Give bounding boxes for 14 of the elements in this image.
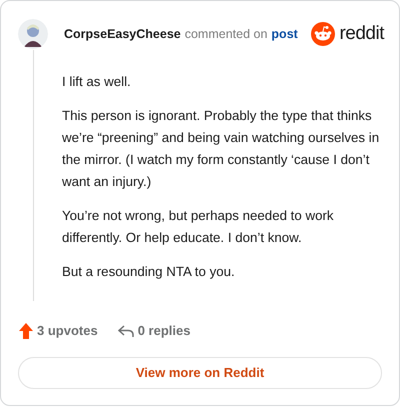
- logo-icon: [311, 22, 336, 46]
- username[interactable]: CorpseEasyCheese: [64, 24, 181, 44]
- reply-count: 0 replies: [138, 322, 190, 340]
- comment-paragraph: This person is ignorant. Probably the type that thinks we’re “preening” and being vain watching ourselves in the mirror. (I watch my form constantly ‘cause I don’t want an injury.): [62, 107, 380, 191]
- logo-text: reddit: [339, 22, 384, 46]
- post-link[interactable]: post: [271, 24, 298, 44]
- action-text: commented on: [184, 26, 268, 43]
- reply-icon[interactable]: [118, 324, 134, 338]
- view-more-button[interactable]: View more on Reddit: [18, 357, 382, 389]
- upvote-count: 3 upvotes: [37, 322, 98, 340]
- comment-paragraph: You’re not wrong, but perhaps needed to work differently. Or help educate. I don’t know.: [62, 207, 335, 247]
- comment-paragraph: But a resounding NTA to you.: [62, 263, 236, 281]
- comment-paragraph: I lift as well.: [62, 73, 132, 91]
- upvote-icon[interactable]: [19, 323, 33, 339]
